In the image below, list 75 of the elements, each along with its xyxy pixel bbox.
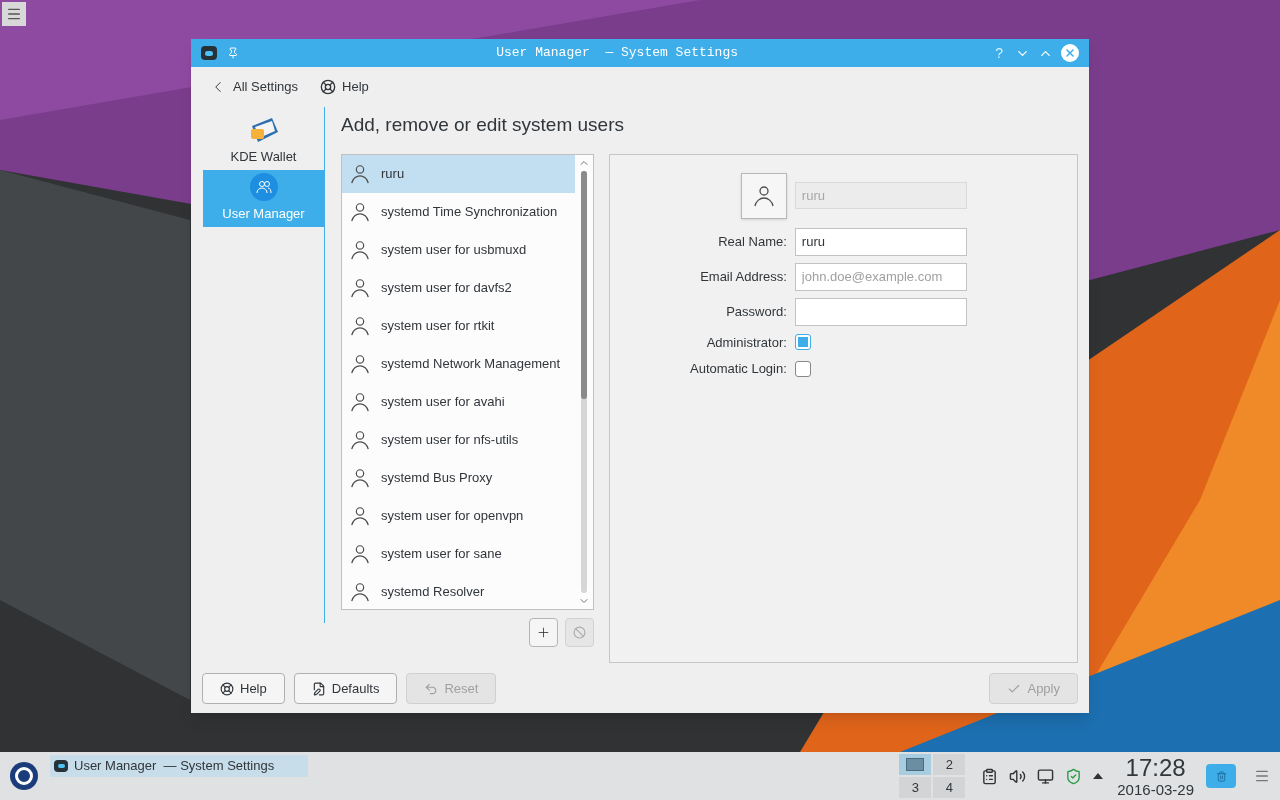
menu-icon[interactable]	[1254, 768, 1270, 784]
person-icon	[751, 183, 776, 208]
checkbox-label: Administrator:	[705, 333, 787, 352]
user-list-item[interactable]: systemd Network Management	[342, 344, 575, 383]
desktop-pager-cell[interactable]: 3	[899, 777, 932, 798]
person-icon	[349, 238, 371, 261]
checkbox-label: Automatic Login:	[690, 360, 787, 378]
user-list-item[interactable]: system user for nfs-utils	[342, 420, 575, 459]
user-list-item[interactable]: ruru	[342, 154, 575, 193]
person-icon	[349, 314, 371, 337]
person-icon	[349, 200, 371, 223]
user-list-item[interactable]: systemd Resolver	[342, 572, 575, 611]
window-thumbnail-icon	[906, 758, 925, 771]
window-title: User Manager — System Settings	[496, 44, 738, 63]
input-field[interactable]: ruru	[794, 227, 967, 256]
avatar-button[interactable]	[740, 172, 787, 219]
person-icon	[349, 162, 371, 185]
person-icon	[349, 428, 371, 451]
close-icon	[1064, 47, 1076, 59]
add-user-button[interactable]	[529, 617, 558, 647]
user-list-item[interactable]: system user for openvpn	[342, 496, 575, 535]
menu-icon[interactable]	[2, 2, 26, 26]
person-icon	[349, 352, 371, 375]
user-list-item[interactable]: system user for davfs2	[342, 268, 575, 307]
network-icon[interactable]	[1037, 767, 1055, 785]
speaker-icon[interactable]	[1009, 767, 1027, 785]
app-icon	[54, 760, 68, 772]
field-label: Real Name:	[717, 232, 787, 251]
person-icon	[349, 542, 371, 565]
help-button[interactable]: Help	[202, 673, 285, 704]
expand-arrow-icon[interactable]	[1093, 773, 1104, 779]
app-icon	[201, 46, 217, 60]
person-icon	[349, 580, 371, 603]
input-field[interactable]	[794, 297, 967, 326]
clipboard-icon[interactable]	[981, 767, 999, 785]
user-list-item[interactable]: system user for usbmuxd	[342, 230, 575, 269]
clock[interactable]: 17:28 2016-03-29	[1117, 755, 1194, 797]
sidebar-item[interactable]: KDE Wallet	[203, 113, 324, 170]
checkbox[interactable]	[794, 360, 811, 377]
launcher-icon[interactable]	[10, 762, 38, 790]
help-button[interactable]: Help	[320, 77, 369, 97]
desktop-pager-cell[interactable]: 4	[933, 777, 966, 798]
page-heading: Add, remove or edit system users	[341, 113, 625, 137]
user-list-item[interactable]: system user for avahi	[342, 382, 575, 421]
pin-icon[interactable]	[227, 47, 239, 59]
input-field[interactable]: john.doe@example.com	[794, 262, 967, 291]
user-list-item[interactable]: system user for rtkit	[342, 306, 575, 345]
users-icon	[249, 173, 278, 202]
person-icon	[349, 390, 371, 413]
checkbox[interactable]	[794, 334, 811, 351]
person-icon	[349, 276, 371, 299]
user-list-item[interactable]: system user for sane	[342, 534, 575, 573]
help-icon	[320, 79, 337, 95]
document-icon	[311, 681, 326, 696]
plus-icon	[536, 624, 551, 640]
person-icon	[349, 466, 371, 489]
scrollbar-thumb[interactable]	[581, 170, 587, 399]
field-label: Email Address:	[699, 267, 787, 286]
desktop-pager-cell[interactable]: 2	[933, 754, 966, 775]
forbidden-icon	[573, 625, 586, 639]
clock-date: 2016-03-29	[1117, 781, 1194, 797]
defaults-button[interactable]: Defaults	[293, 673, 398, 704]
trash-folder-icon[interactable]	[1206, 764, 1236, 788]
user-list-item[interactable]: systemd Bus Proxy	[342, 458, 575, 497]
person-icon	[349, 504, 371, 527]
user-list-item[interactable]: systemd Time Synchronization	[342, 192, 575, 231]
back-button[interactable]: All Settings	[209, 77, 299, 97]
shield-icon[interactable]	[1065, 767, 1083, 785]
field-label: Password:	[725, 302, 787, 321]
undo-icon	[424, 681, 439, 696]
close-button[interactable]	[1061, 44, 1079, 62]
task-button[interactable]: User Manager — System Settings	[50, 755, 308, 777]
clock-time: 17:28	[1125, 755, 1186, 780]
help-icon	[220, 681, 234, 696]
desktop-pager-cell[interactable]	[899, 754, 932, 775]
